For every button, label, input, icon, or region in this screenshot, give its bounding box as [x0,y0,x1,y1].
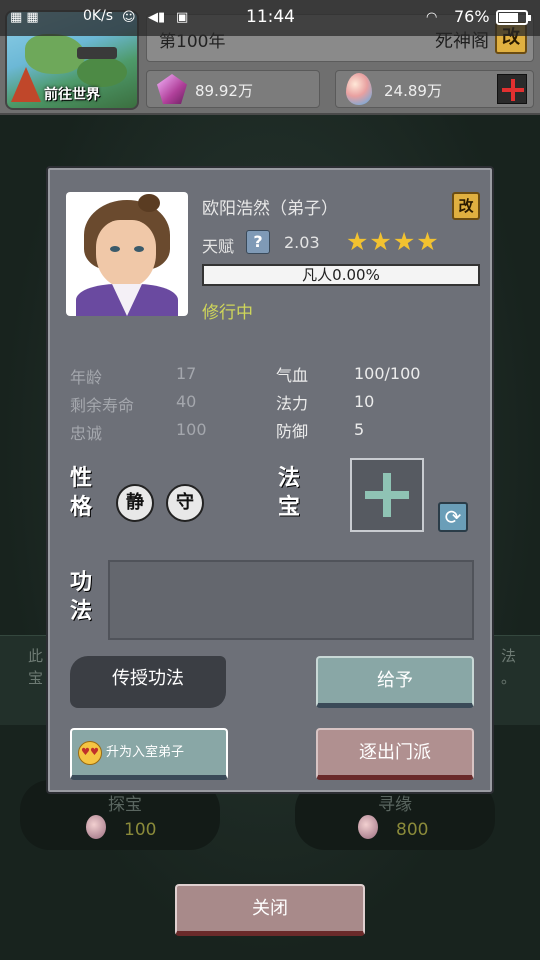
spirit-stone-amount: 89.92万 [195,82,253,100]
app-k-icon: ▣ [176,10,189,25]
defense-value: 5 [354,420,365,439]
background-text-right: 法 。 [501,645,516,689]
mp-label: 法力 [276,394,309,413]
egg-amount: 24.89万 [384,82,442,100]
heading-char: 法 [277,466,300,491]
treasure-slot-add[interactable] [350,458,424,532]
age-label: 年龄 [70,368,103,387]
network-speed: 0K/s [83,8,114,24]
talent-help-icon[interactable]: ? [246,230,270,254]
heading-char: 功 [69,570,92,595]
trait-badge[interactable]: 守 [166,484,204,522]
realm-progress-text: 凡人0.00% [302,266,380,284]
loyalty-value: 100 [176,420,207,439]
volume-icon: ◀▮ [148,10,166,25]
battery-percent: 76% [454,7,490,26]
spirit-stone-resource: 89.92万 [146,70,320,108]
treasure-heading: 法 宝 [276,464,302,522]
skill-heading: 功 法 [68,568,94,626]
close-button[interactable]: 关闭 [175,884,365,936]
background-text-line: 此 [28,647,44,665]
heading-char: 格 [69,495,92,520]
background-text-line: 法 [500,647,516,665]
promote-label: 升为入室弟子 [106,745,185,760]
notification-icon: ▦ ▦ [10,10,39,25]
realm-progress-bar: 凡人0.00% [202,264,480,286]
background-card-price: 800 [396,820,429,840]
heading-char: 性 [69,466,92,491]
egg-icon [346,73,372,105]
portrait-face [96,220,156,288]
expel-button[interactable]: 逐出门派 [316,728,474,780]
wifi-icon: ◠ [426,10,438,25]
add-resource-icon[interactable] [497,74,527,104]
disciple-dialog: 欧阳浩然（弟子） 改 天赋 ? 2.03 ★★★★ 凡人0.00% 修行中 年龄… [46,166,494,794]
egg-icon [358,815,378,839]
loyalty-label: 忠诚 [70,424,103,443]
hp-label: 气血 [276,366,309,385]
background-card-price: 100 [124,820,157,840]
lifespan-value: 40 [176,392,197,411]
lifespan-label: 剩余寿命 [70,396,135,415]
star-icon: ★ [369,227,392,256]
star-icon: ★ [416,227,439,256]
background-text-line: 宝 [28,669,44,687]
map-island [25,34,85,74]
age-value: 17 [176,364,197,383]
background-text-left: 此 宝 [28,645,43,689]
talent-label: 天赋 [202,237,235,256]
mp-value: 10 [354,392,375,411]
cultivation-status: 修行中 [202,303,253,323]
promote-inner-disciple-button[interactable]: ♥♥ 升为入室弟子 [70,728,228,780]
clock: 11:44 [246,7,295,27]
heading-char: 法 [69,599,92,624]
heading-char: 宝 [277,495,300,520]
background-text-line: 。 [500,669,516,687]
talent-value: 2.03 [284,233,320,252]
map-ship [77,47,117,59]
teach-skill-button[interactable]: 传授功法 [70,656,226,708]
star-icon: ★ [392,227,416,256]
hp-value: 100/100 [354,364,421,383]
world-map-label: 前往世界 [44,87,100,103]
heart-eyes-emoji-icon: ♥♥ [78,741,102,765]
qq-icon: ☺ [122,10,136,25]
trait-badge[interactable]: 静 [116,484,154,522]
portrait-eye [134,246,144,252]
star-icon: ★ [346,227,369,256]
talent-stars: ★★★★ [346,228,440,256]
map-island [77,57,127,87]
portrait-eye [110,246,120,252]
skill-box[interactable] [108,560,474,640]
battery-fill [499,13,519,22]
personality-heading: 性 格 [68,464,94,522]
disciple-portrait [66,192,188,316]
spirit-stone-icon [157,74,187,104]
battery-icon [496,10,531,25]
egg-resource: 24.89万 [335,70,534,108]
defense-label: 防御 [276,422,309,441]
egg-icon [86,815,106,839]
give-button[interactable]: 给予 [316,656,474,708]
portrait-bun [138,194,160,212]
refresh-icon[interactable]: ⟳ [438,502,468,532]
disciple-name: 欧阳浩然（弟子） [202,199,338,219]
status-bar: ▦ ▦ 0K/s ☺ ◀▮ ▣ 11:44 ◠ 76% [0,0,540,36]
rename-disciple-icon[interactable]: 改 [452,192,480,220]
